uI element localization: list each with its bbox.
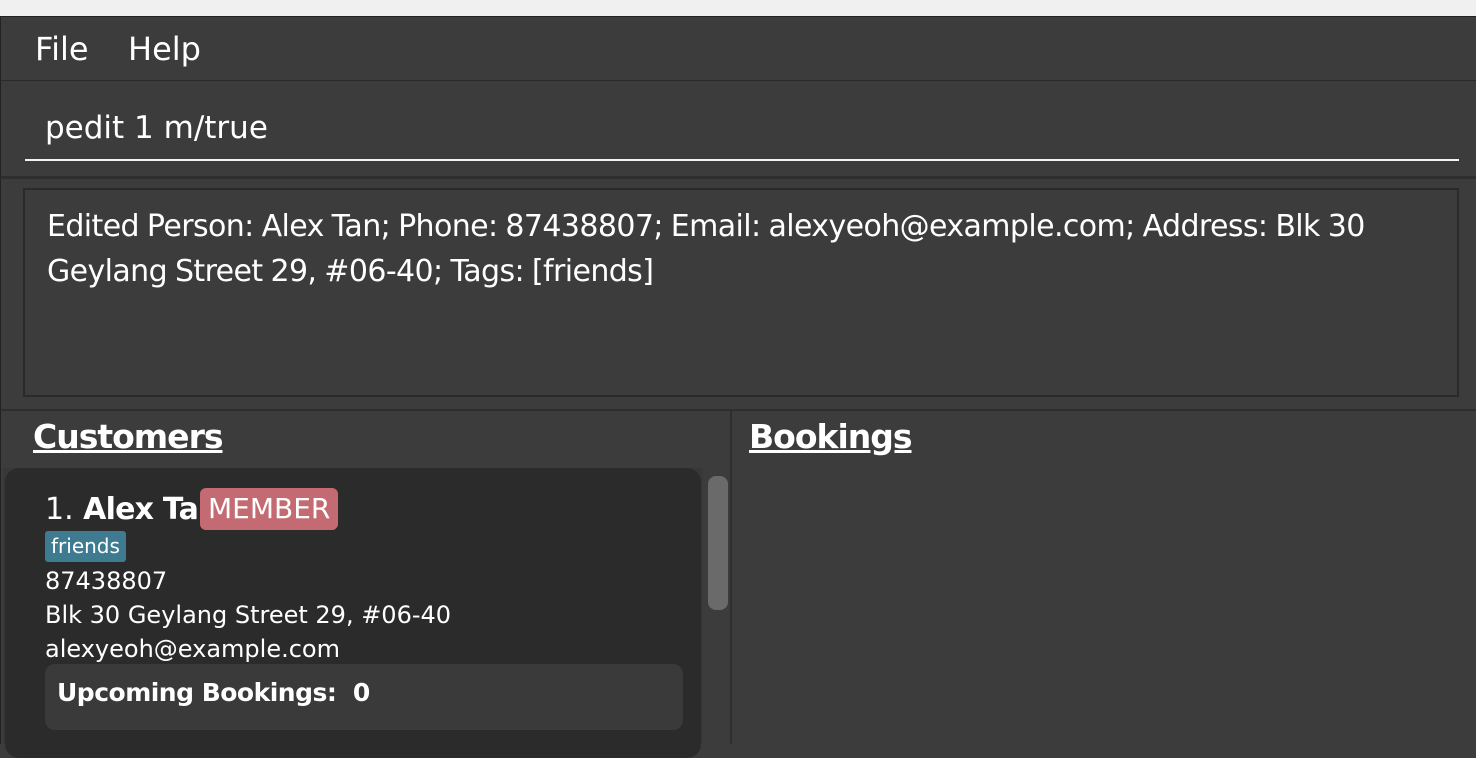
customer-email: alexyeoh@example.com [45, 635, 340, 663]
customer-name: Alex Tan [83, 492, 219, 527]
menu-bar: File Help [0, 17, 1476, 81]
result-display-pane: Edited Person: Alex Tan; Phone: 87438807… [0, 179, 1476, 411]
upcoming-bookings: Upcoming Bookings: 0 [57, 676, 370, 710]
menu-help[interactable]: Help [128, 29, 201, 69]
bookings-title: Bookings [749, 417, 913, 456]
command-box [0, 81, 1476, 179]
result-line-2: Geylang Street 29, #06-40; Tags: [friend… [47, 254, 654, 289]
customer-list[interactable]: 1. Alex Tan MEMBER friends 87438807 Blk … [3, 468, 731, 758]
bookings-panel: Bookings [732, 411, 1476, 744]
menu-file[interactable]: File [35, 29, 89, 69]
customer-phone: 87438807 [45, 567, 168, 595]
customer-card[interactable]: 1. Alex Tan MEMBER friends 87438807 Blk … [5, 468, 701, 758]
upcoming-bookings-count: 0 [352, 678, 370, 707]
tag-label: friends [45, 531, 126, 562]
customer-address: Blk 30 Geylang Street 29, #06-40 [45, 601, 452, 629]
member-badge: MEMBER [200, 488, 339, 530]
upcoming-bookings-label: Upcoming Bookings: [57, 678, 337, 707]
result-display: Edited Person: Alex Tan; Phone: 87438807… [23, 188, 1459, 397]
customers-title: Customers [33, 417, 223, 456]
result-line-1: Edited Person: Alex Tan; Phone: 87438807… [47, 209, 1365, 244]
upcoming-bookings-box: Upcoming Bookings: 0 [45, 664, 683, 730]
scrollbar-thumb[interactable] [708, 476, 728, 610]
customer-title: 1. Alex Tan [45, 488, 219, 532]
customer-list-scrollbar[interactable] [703, 468, 731, 744]
customer-index: 1. [45, 492, 74, 527]
window-titlebar [0, 0, 1476, 17]
command-input[interactable] [25, 97, 1459, 161]
customers-panel: Customers 1. Alex Tan MEMBER friends 874… [0, 411, 731, 758]
